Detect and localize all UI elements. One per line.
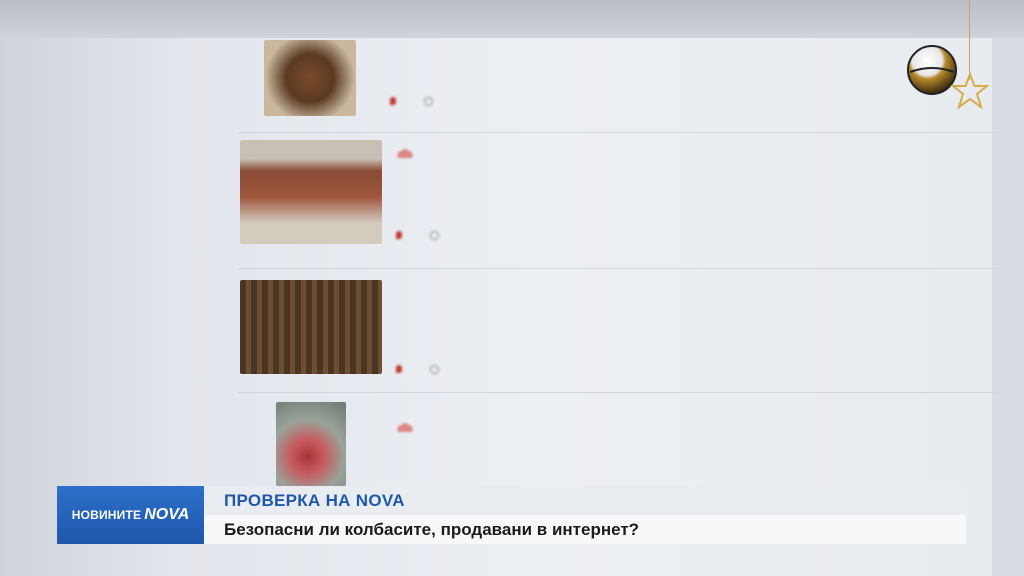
list-item[interactable]: [238, 40, 1000, 135]
listing-meta: [390, 96, 439, 107]
listing-thumbnail[interactable]: [276, 402, 346, 486]
listing-thumbnail[interactable]: [240, 140, 382, 244]
chef-hat-icon: [397, 423, 413, 432]
divider: [238, 392, 998, 393]
brand-mark: NOVA: [144, 506, 190, 523]
divider: [238, 132, 998, 133]
headline: ПРОВЕРКА НА NOVA: [224, 490, 405, 510]
star-ornament-icon: [950, 71, 990, 110]
headline-bar: ПРОВЕРКА НА NOVA: [204, 486, 966, 515]
location-pin-icon: [390, 97, 396, 106]
divider: [238, 268, 998, 269]
clock-icon: [430, 230, 439, 240]
clock-icon: [430, 364, 439, 374]
location-pin-icon: [396, 365, 402, 374]
list-item[interactable]: [240, 402, 1000, 492]
listing-thumbnail[interactable]: [240, 280, 382, 374]
browser-top-bar: [0, 0, 1024, 38]
subheadline-bar: Безопасни ли колбасите, продавани в инте…: [204, 515, 966, 544]
listing-meta: [396, 364, 445, 375]
listing-meta: [396, 230, 445, 241]
list-item[interactable]: [238, 138, 1000, 278]
chef-hat-icon: [397, 149, 413, 158]
ornament-string: [969, 0, 970, 80]
news-brand-badge: НОВИНИТЕ NOVA: [57, 486, 204, 544]
list-item[interactable]: [238, 280, 1000, 400]
listing-thumbnail[interactable]: [264, 40, 356, 116]
location-pin-icon: [396, 231, 402, 240]
brand-text: НОВИНИТЕ: [71, 508, 142, 522]
clock-icon: [424, 96, 433, 106]
subheadline: Безопасни ли колбасите, продавани в инте…: [224, 519, 640, 539]
